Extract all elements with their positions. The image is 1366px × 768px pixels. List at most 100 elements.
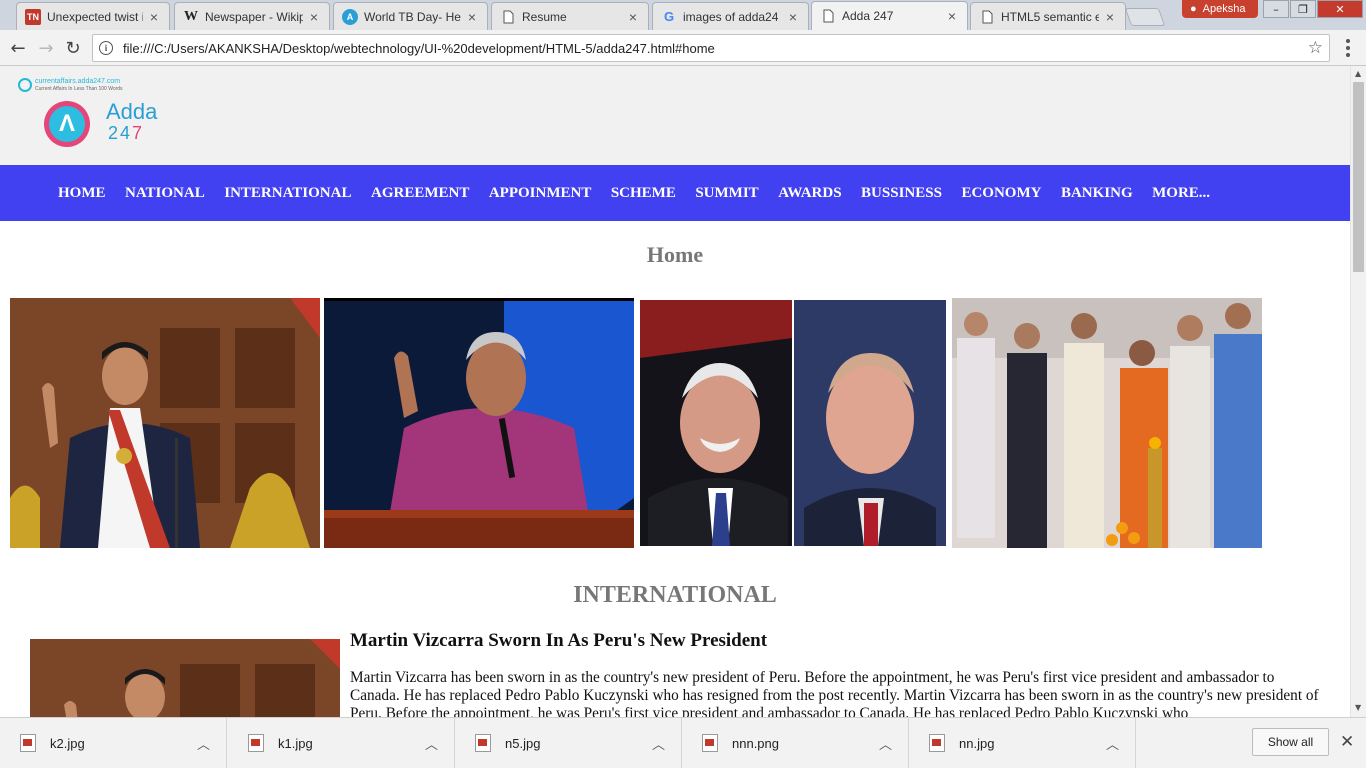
site-header: currentaffairs.adda247.com Current Affai… <box>0 66 1350 165</box>
chevron-up-icon[interactable]: ︿ <box>879 734 892 753</box>
image-file-icon <box>929 734 945 752</box>
browser-tab[interactable]: W Newspaper - Wikipe × <box>174 2 330 30</box>
nav-banking[interactable]: BANKING <box>1061 185 1133 202</box>
chevron-up-icon[interactable]: ︿ <box>652 734 665 753</box>
home-heading: Home <box>646 242 704 267</box>
nav-summit[interactable]: SUMMIT <box>695 185 758 202</box>
tab-close-icon[interactable]: × <box>147 9 161 25</box>
reload-icon[interactable]: ↻ <box>62 37 84 59</box>
site-logo[interactable]: Λ Adda 247 <box>44 99 158 147</box>
nav-national[interactable]: NATIONAL <box>125 185 205 202</box>
tagline-url: currentaffairs.adda247.com <box>35 78 121 85</box>
nav-awards[interactable]: AWARDS <box>778 185 841 202</box>
nav-bussiness[interactable]: BUSSINESS <box>861 185 942 202</box>
tab-title: World TB Day- Hea <box>364 9 461 24</box>
logo-word: Adda <box>106 99 158 124</box>
logo-number-part: 7 <box>132 123 145 143</box>
tagline-text: Current Affairs In Less Than 100 Words <box>35 86 123 92</box>
image-file-icon <box>248 734 264 752</box>
scrollbar-thumb[interactable] <box>1353 82 1364 272</box>
tab-close-icon[interactable]: × <box>945 8 959 24</box>
forward-arrow-icon[interactable]: → <box>35 37 57 59</box>
chevron-up-icon[interactable]: ︿ <box>1106 734 1119 753</box>
show-all-button[interactable]: Show all <box>1252 728 1329 756</box>
news-photo[interactable] <box>952 298 1262 548</box>
page-viewport: currentaffairs.adda247.com Current Affai… <box>0 66 1350 717</box>
minimize-button[interactable]: – <box>1263 0 1289 18</box>
tagline: currentaffairs.adda247.com Current Affai… <box>18 78 123 92</box>
nav-appoinment[interactable]: APPOINMENT <box>489 185 592 202</box>
image-file-icon <box>20 734 36 752</box>
logo-number-part: 24 <box>108 123 133 143</box>
download-bar: k2.jpg ︿ k1.jpg ︿ n5.jpg ︿ nnn.png ︿ nn.… <box>0 717 1366 768</box>
download-item[interactable]: k2.jpg ︿ <box>0 718 227 768</box>
window-close-button[interactable]: ✕ <box>1317 0 1363 18</box>
tab-close-icon[interactable]: × <box>626 9 640 25</box>
info-icon[interactable]: i <box>99 41 113 55</box>
tab-strip: TN Unexpected twist in × W Newspaper - W… <box>0 0 1366 30</box>
nav-home[interactable]: HOME <box>58 185 106 202</box>
nav-scheme[interactable]: SCHEME <box>611 185 676 202</box>
news-article: Martin Vizcarra Sworn In As Peru's New P… <box>350 630 1325 717</box>
profile-name: Apeksha <box>1202 3 1246 15</box>
nav-more[interactable]: MORE... <box>1152 185 1210 202</box>
browser-tab[interactable]: A World TB Day- Hea × <box>333 2 488 30</box>
chevron-up-icon[interactable]: ︿ <box>197 734 210 753</box>
download-item[interactable]: k1.jpg ︿ <box>228 718 455 768</box>
article-headline[interactable]: Martin Vizcarra Sworn In As Peru's New P… <box>350 630 1325 652</box>
download-filename: k2.jpg <box>50 735 85 751</box>
nav-economy[interactable]: ECONOMY <box>961 185 1041 202</box>
back-arrow-icon[interactable]: ← <box>7 37 29 59</box>
browser-tab-active[interactable]: Adda 247 × <box>811 1 968 30</box>
browser-toolbar: ← → ↻ i file:///C:/Users/AKANKSHA/Deskto… <box>0 30 1366 66</box>
nav-international[interactable]: INTERNATIONAL <box>224 185 351 202</box>
section-heading-international: INTERNATIONAL <box>573 582 777 608</box>
download-item[interactable]: n5.jpg ︿ <box>455 718 682 768</box>
profile-button[interactable]: ● Apeksha <box>1182 0 1258 18</box>
tn-favicon-icon: TN <box>25 8 41 25</box>
document-icon <box>820 8 836 24</box>
tab-close-icon[interactable]: × <box>307 9 321 25</box>
tab-title: HTML5 semantic el <box>1001 9 1099 24</box>
bookmark-star-icon[interactable]: ☆ <box>1308 38 1323 58</box>
browser-menu-icon[interactable] <box>1340 39 1356 57</box>
scroll-down-icon[interactable]: ▼ <box>1355 703 1361 712</box>
tab-title: images of adda24 <box>683 9 779 24</box>
url-text: file:///C:/Users/AKANKSHA/Desktop/webtec… <box>123 40 715 56</box>
tab-title: Newspaper - Wikipe <box>205 9 303 24</box>
tab-close-icon[interactable]: × <box>465 9 479 25</box>
news-photo[interactable] <box>10 298 320 548</box>
maximize-button[interactable]: ❐ <box>1290 0 1316 18</box>
article-thumbnail[interactable] <box>30 639 340 717</box>
download-item[interactable]: nnn.png ︿ <box>682 718 909 768</box>
close-icon[interactable]: ✕ <box>1340 732 1354 752</box>
chevron-up-icon[interactable]: ︿ <box>425 734 438 753</box>
tab-title: Unexpected twist in <box>47 9 143 24</box>
document-icon <box>979 9 995 25</box>
download-filename: k1.jpg <box>278 735 313 751</box>
browser-tab[interactable]: TN Unexpected twist in × <box>16 2 170 30</box>
download-filename: n5.jpg <box>505 735 541 751</box>
news-photo[interactable] <box>324 298 634 548</box>
browser-tab[interactable]: HTML5 semantic el × <box>970 2 1126 30</box>
mini-logo-icon <box>18 78 32 92</box>
new-tab-button[interactable] <box>1124 8 1166 26</box>
page-scrollbar[interactable]: ▲ ▼ <box>1350 66 1366 717</box>
address-bar[interactable]: i file:///C:/Users/AKANKSHA/Desktop/webt… <box>92 34 1330 62</box>
logo-emblem-icon: Λ <box>44 101 100 147</box>
download-item[interactable]: nn.jpg ︿ <box>909 718 1136 768</box>
tab-title: Adda 247 <box>842 9 894 23</box>
tab-close-icon[interactable]: × <box>786 9 800 25</box>
wikipedia-favicon-icon: W <box>184 8 198 24</box>
download-filename: nnn.png <box>732 735 779 751</box>
browser-tab[interactable]: G images of adda24 × <box>652 2 809 30</box>
document-icon <box>500 9 516 25</box>
news-photo[interactable] <box>638 298 948 548</box>
nav-agreement[interactable]: AGREEMENT <box>371 185 469 202</box>
image-file-icon <box>702 734 718 752</box>
tab-close-icon[interactable]: × <box>1103 9 1117 25</box>
tab-title: Resume <box>522 9 567 24</box>
scroll-up-icon[interactable]: ▲ <box>1355 69 1361 78</box>
download-filename: nn.jpg <box>959 735 995 751</box>
browser-tab[interactable]: Resume × <box>491 2 649 30</box>
